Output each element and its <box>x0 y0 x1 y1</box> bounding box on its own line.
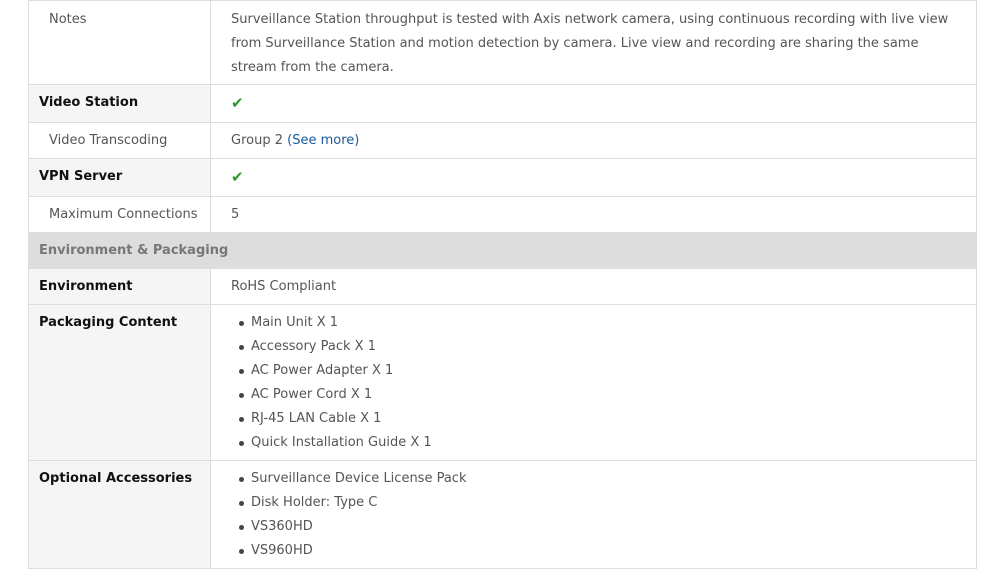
row-value: 5 <box>210 196 977 233</box>
list-item: Disk Holder: Type C <box>231 491 956 515</box>
list-item: AC Power Adapter X 1 <box>231 359 956 383</box>
packaging-list: Main Unit X 1 Accessory Pack X 1 AC Powe… <box>231 311 956 455</box>
row-value: Surveillance Station throughput is teste… <box>210 0 977 85</box>
row-notes: Notes Surveillance Station throughput is… <box>28 0 977 85</box>
row-label: Packaging Content <box>28 304 211 461</box>
list-item: Accessory Pack X 1 <box>231 335 956 359</box>
list-item: AC Power Cord X 1 <box>231 383 956 407</box>
spec-table: Notes Surveillance Station throughput is… <box>28 0 977 569</box>
row-label: Optional Accessories <box>28 460 211 569</box>
row-environment: Environment RoHS Compliant <box>28 268 977 305</box>
see-more-link[interactable]: (See more) <box>287 133 359 148</box>
list-item: Surveillance Device License Pack <box>231 467 956 491</box>
row-label: Video Transcoding <box>28 122 211 159</box>
row-label: Maximum Connections <box>28 196 211 233</box>
list-item: VS360HD <box>231 515 956 539</box>
row-label: Notes <box>28 0 211 85</box>
check-icon: ✔ <box>231 168 244 186</box>
row-video-station: Video Station ✔ <box>28 84 977 123</box>
list-item: Main Unit X 1 <box>231 311 956 335</box>
row-video-transcoding: Video Transcoding Group 2 (See more) <box>28 122 977 159</box>
list-item: Quick Installation Guide X 1 <box>231 431 956 455</box>
row-value: Group 2 <box>231 133 283 148</box>
row-packaging-content: Packaging Content Main Unit X 1 Accessor… <box>28 304 977 461</box>
section-title: Environment & Packaging <box>28 232 977 269</box>
row-label: Video Station <box>28 84 211 123</box>
check-icon: ✔ <box>231 94 244 112</box>
list-item: RJ-45 LAN Cable X 1 <box>231 407 956 431</box>
accessories-list: Surveillance Device License Pack Disk Ho… <box>231 467 956 563</box>
row-label: Environment <box>28 268 211 305</box>
row-label: VPN Server <box>28 158 211 197</box>
section-header-environment-packaging: Environment & Packaging <box>28 232 977 269</box>
row-maximum-connections: Maximum Connections 5 <box>28 196 977 233</box>
row-vpn-server: VPN Server ✔ <box>28 158 977 197</box>
list-item: VS960HD <box>231 539 956 563</box>
row-value: RoHS Compliant <box>210 268 977 305</box>
row-optional-accessories: Optional Accessories Surveillance Device… <box>28 460 977 569</box>
